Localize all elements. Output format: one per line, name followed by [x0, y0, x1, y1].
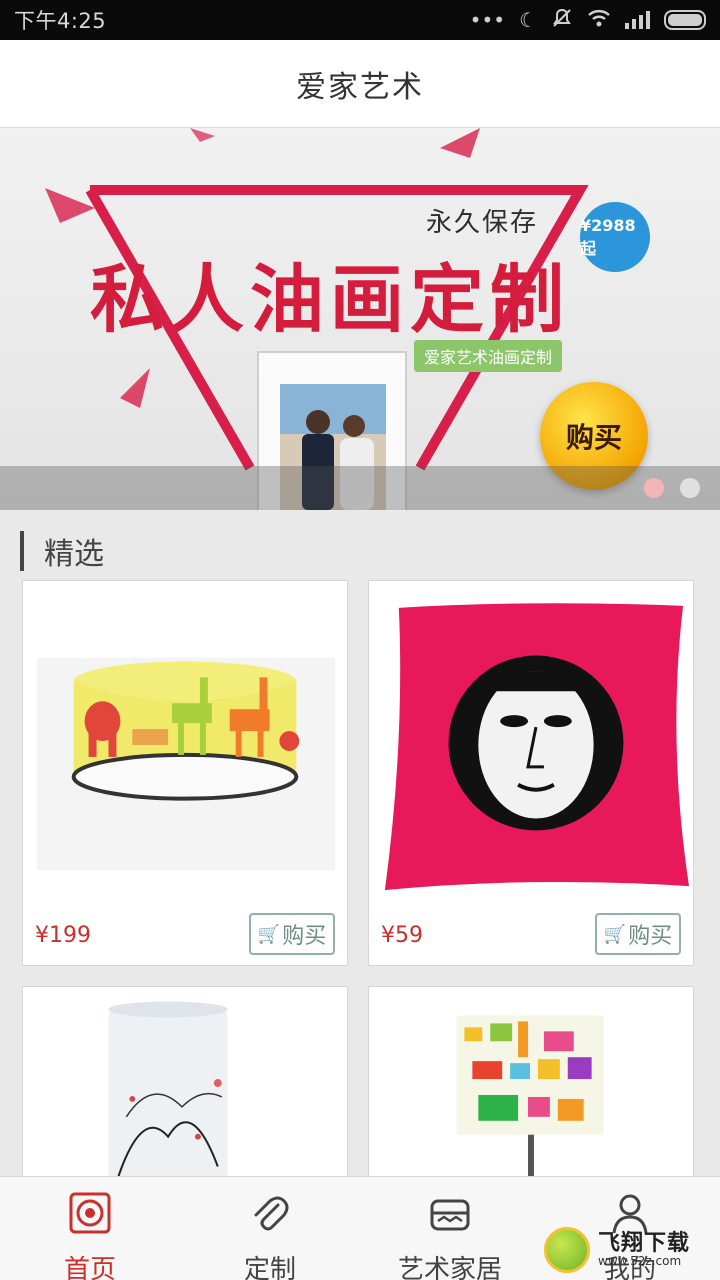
product-price: ¥59 [381, 923, 423, 948]
section-header-featured: 精选 [20, 530, 104, 572]
buy-button[interactable]: 🛒 购买 [249, 913, 335, 955]
product-image-lamp [456, 1015, 604, 1185]
product-image-pillow [384, 603, 690, 891]
product-image-lamp [36, 657, 336, 871]
sofa-icon [427, 1191, 473, 1235]
product-card[interactable] [368, 986, 694, 1186]
wifi-icon [587, 8, 611, 33]
tab-label: 艺术家居 [397, 1255, 502, 1280]
cart-icon: 🛒 [257, 923, 281, 945]
tab-label: 首页 [63, 1255, 116, 1280]
buy-button[interactable]: 🛒 购买 [595, 913, 681, 955]
app-header: 爱家艺术 [0, 40, 720, 128]
product-card[interactable]: ¥199 🛒 购买 [22, 580, 348, 966]
banner-dot-1[interactable] [644, 478, 664, 498]
mute-icon [551, 7, 573, 34]
cart-icon: 🛒 [603, 923, 627, 945]
buy-button-label: 购买 [282, 924, 327, 949]
status-time: 下午4:25 [14, 9, 107, 33]
banner-dot-2[interactable] [680, 478, 700, 498]
tab-art-home[interactable]: 艺术家居 [360, 1177, 540, 1280]
paperclip-icon [247, 1191, 293, 1235]
buy-button-label: 购买 [628, 924, 673, 949]
banner-price-badge: ¥2988起 [580, 202, 650, 272]
product-card[interactable]: ¥59 🛒 购买 [368, 580, 694, 966]
status-bar: 下午4:25 ••• ☾ [0, 0, 720, 40]
banner-tag: 爱家艺术油画定制 [414, 340, 563, 372]
watermark-logo: 飞翔下载 www.52z.com [544, 1222, 714, 1278]
banner-headline: 私人油画定制 [90, 257, 570, 343]
product-card[interactable] [22, 986, 348, 1186]
promo-banner[interactable]: 永久保存 ¥2988起 私人油画定制 爱家艺术油画定制 购买 [0, 128, 720, 510]
product-price: ¥199 [35, 923, 91, 948]
watermark-text: 飞翔下载 [598, 1231, 691, 1257]
watermark-url: www.52z.com [598, 1254, 682, 1269]
more-dots-icon: ••• [469, 8, 506, 32]
banner-indicator-strip [0, 466, 720, 510]
status-icons: ••• ☾ [470, 7, 706, 34]
section-title: 精选 [44, 537, 104, 572]
page-title: 爱家艺术 [296, 69, 424, 105]
tab-custom[interactable]: 定制 [180, 1177, 360, 1280]
banner-subtitle: 永久保存 [426, 208, 539, 238]
signal-icon [625, 11, 650, 29]
moon-icon: ☾ [519, 8, 537, 32]
section-bar [20, 531, 24, 571]
product-image-lamp [108, 1001, 228, 1185]
tab-home[interactable]: 首页 [0, 1177, 180, 1280]
tab-label: 定制 [243, 1255, 296, 1280]
leaf-logo-icon [544, 1227, 590, 1273]
battery-icon [664, 10, 706, 30]
home-icon [67, 1191, 113, 1235]
